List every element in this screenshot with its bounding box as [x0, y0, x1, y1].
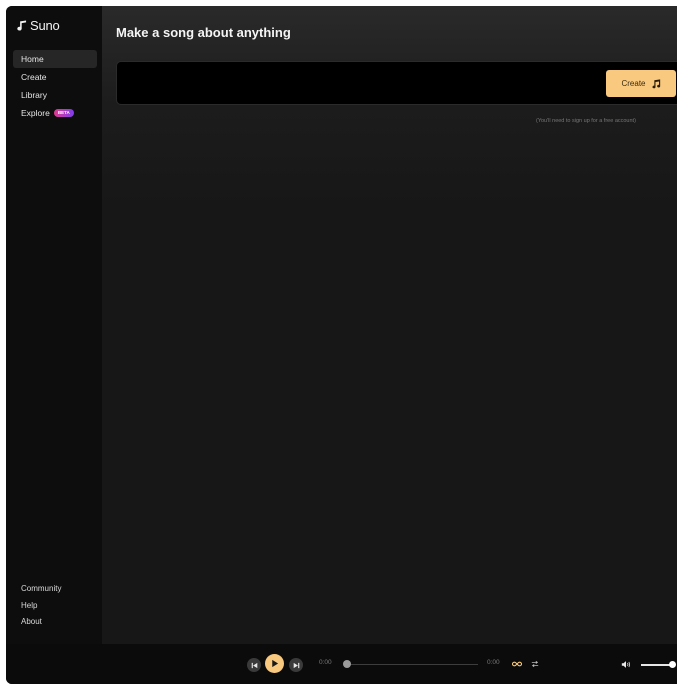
music-note-logo-icon	[17, 20, 27, 31]
music-note-icon	[652, 78, 660, 88]
shuffle-icon	[531, 660, 539, 668]
sidebar-item-help[interactable]: Help	[13, 598, 97, 615]
shuffle-button[interactable]	[529, 658, 541, 670]
song-prompt-input[interactable]	[125, 70, 599, 98]
sidebar-item-library[interactable]: Library	[13, 86, 97, 104]
skip-back-icon	[251, 662, 257, 668]
volume-icon	[621, 660, 630, 668]
beta-badge: BETA	[53, 109, 74, 117]
infinity-loop-icon	[512, 661, 522, 667]
previous-track-button[interactable]	[247, 658, 261, 672]
sidebar-item-about[interactable]: About	[13, 614, 97, 631]
time-total: 0:00	[487, 659, 500, 666]
player-bar: 0:00 0:00	[6, 644, 677, 684]
sidebar-item-label: About	[21, 617, 42, 626]
sidebar-item-label: Explore	[21, 108, 50, 118]
sidebar-item-community[interactable]: Community	[13, 581, 97, 598]
next-track-button[interactable]	[289, 658, 303, 672]
loop-button[interactable]	[511, 658, 523, 670]
sidebar-item-label: Home	[21, 54, 44, 64]
progress-bar[interactable]	[348, 664, 478, 665]
skip-forward-icon	[293, 662, 299, 668]
sidebar-item-label: Community	[21, 584, 62, 593]
sidebar-footer-nav: Community Help About	[13, 581, 97, 631]
create-button-label: Create	[621, 79, 646, 88]
sidebar-item-label: Create	[21, 72, 47, 82]
progress-handle[interactable]	[343, 660, 351, 668]
signup-note: (You'll need to sign up for a free accou…	[536, 118, 636, 124]
sidebar-item-label: Help	[21, 600, 38, 610]
sidebar-item-label: Library	[21, 90, 47, 100]
sidebar-item-explore[interactable]: Explore BETA	[13, 104, 97, 122]
brand-logo[interactable]: Suno	[16, 18, 60, 33]
volume-handle[interactable]	[669, 661, 676, 668]
time-elapsed: 0:00	[319, 659, 332, 666]
page-title: Make a song about anything	[116, 25, 291, 40]
play-button[interactable]	[265, 654, 284, 673]
sidebar-item-create[interactable]: Create	[13, 68, 97, 86]
play-icon	[272, 659, 279, 668]
sidebar-item-home[interactable]: Home	[13, 50, 97, 68]
song-prompt-box: Create	[116, 61, 677, 105]
volume-button[interactable]	[620, 658, 632, 670]
create-button[interactable]: Create	[606, 70, 676, 97]
app-window: Suno Home Create Library Explore BETA Co…	[6, 6, 677, 684]
brand-name: Suno	[30, 18, 60, 33]
sidebar: Suno Home Create Library Explore BETA Co…	[6, 6, 102, 644]
main-content: Make a song about anything Create (You'l…	[102, 6, 677, 644]
sidebar-nav: Home Create Library Explore BETA	[13, 50, 97, 122]
